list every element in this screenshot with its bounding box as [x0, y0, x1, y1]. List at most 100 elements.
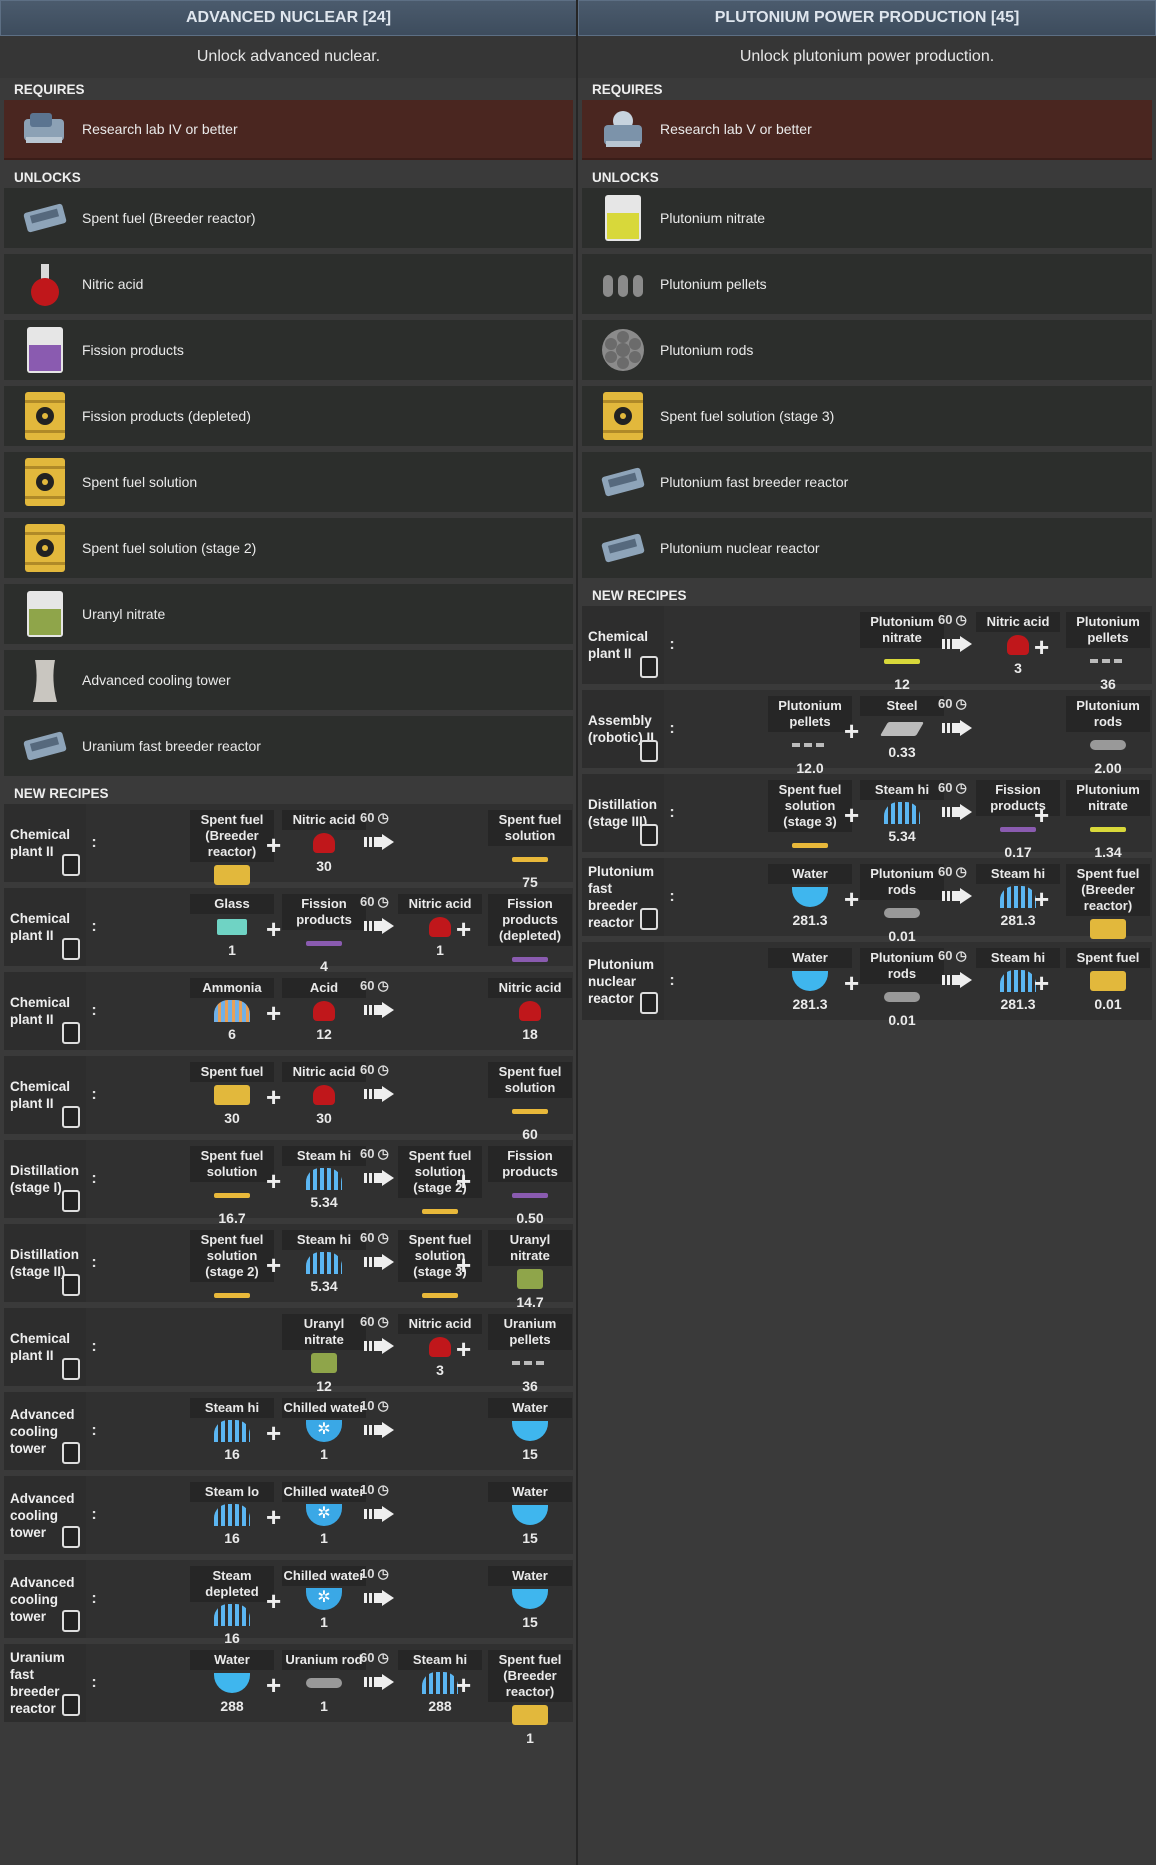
recipe-item[interactable]: Spent fuel (Breeder reactor) 1 [488, 1650, 572, 1746]
unlock-item-spent-fuel-solution[interactable]: Spent fuel solution [4, 452, 573, 512]
recipe-row[interactable]: Chemical plant II: Glass 1 Fission products… [4, 888, 573, 990]
craft-time-value: 60 [938, 780, 953, 795]
recipe-slots: Spent fuel solution (stage 3)1.50Steam h… [582, 774, 1152, 876]
spent-fuel-breeder-reactor-icon [488, 1702, 572, 1728]
recipe-item[interactable]: Steam hi 5.34 [282, 1146, 366, 1210]
spent-fuel-solution-icon [488, 846, 572, 872]
item-name: Spent fuel (Breeder reactor) [1066, 864, 1150, 916]
recipe-item[interactable]: Uranium pellets 36 [488, 1314, 572, 1394]
recipe-item[interactable]: Steam depleted 16 [190, 1566, 274, 1646]
recipe-item[interactable]: Glass 1 [190, 894, 274, 958]
recipe-item[interactable]: Steam hi 5.34 [282, 1230, 366, 1294]
plutonium-pellets-icon [594, 257, 652, 311]
unlock-item-plutonium-pellets[interactable]: Plutonium pellets [582, 254, 1152, 314]
recipe-row[interactable]: Advanced cooling tower: Steam depleted 16 C… [4, 1560, 573, 1646]
recipe-item[interactable]: Steel 0.33 [860, 696, 944, 760]
recipe-item[interactable]: Chilled water ✲ 1 [282, 1566, 366, 1630]
unlocks-heading: UNLOCKS [592, 170, 659, 185]
recipe-item[interactable]: Plutonium pellets 36 [1066, 612, 1150, 692]
unlock-item-plutonium-fast-breeder-reactor[interactable]: Plutonium fast breeder reactor [582, 452, 1152, 512]
recipe-row[interactable]: Chemical plant II: Plutonium nitrate 12 Nit… [582, 606, 1152, 692]
spent-fuel-solution-stage-3-icon [594, 389, 652, 443]
plus-icon: + [1034, 632, 1050, 662]
requirement-item[interactable]: Research lab IV or better [4, 100, 573, 160]
recipe-row[interactable]: Chemical plant II: Spent fuel (Breeder re… [4, 804, 573, 906]
requirement-item[interactable]: Research lab V or better [582, 100, 1152, 160]
item-name: Plutonium rods [1066, 696, 1150, 732]
unlock-item-fission-products-depleted[interactable]: Fission products (depleted) [4, 386, 573, 446]
recipe-item[interactable]: Water 15 [488, 1566, 572, 1630]
recipe-item[interactable]: Plutonium rods 2.00 [1066, 696, 1150, 776]
recipe-item[interactable]: Steam lo 16 [190, 1482, 274, 1546]
recipe-row[interactable]: Chemical plant II: Spent fuel 30 Nitric aci… [4, 1056, 573, 1142]
item-name: Water [190, 1650, 274, 1670]
recipe-row[interactable]: Distillation (stage II): Spent fuel solut… [4, 1224, 573, 1326]
craft-time-value: 60 [938, 612, 953, 627]
unlock-item-nitric-acid[interactable]: Nitric acid [4, 254, 573, 314]
recipe-row[interactable]: Distillation (stage I): Spent fuel soluti… [4, 1140, 573, 1242]
recipe-row[interactable]: Chemical plant II: Ammonia 6 Acid 12 Nitric a… [4, 972, 573, 1050]
recipe-item[interactable]: Chilled water ✲ 1 [282, 1482, 366, 1546]
unlock-item-spent-fuel-solution-stage-2[interactable]: Spent fuel solution (stage 2) [4, 518, 573, 578]
recipe-item[interactable]: Plutonium rods 0.01 [860, 948, 944, 1028]
recipe-item[interactable]: Plutonium pellets 12.0 [768, 696, 852, 776]
recipe-row[interactable]: Assembly (robotic) II: Plutonium pellets 1… [582, 690, 1152, 776]
recipe-item[interactable]: Uranyl nitrate 12 [282, 1314, 366, 1394]
arrow-right-icon [364, 834, 394, 850]
item-amount: 0.01 [1094, 996, 1122, 1012]
recipe-row[interactable]: Distillation (stage III): Spent fuel solu… [582, 774, 1152, 876]
recipe-item[interactable]: Fission products 4 [282, 894, 366, 974]
plus-icon: + [266, 1166, 282, 1196]
recipe-item[interactable]: Ammonia 6 [190, 978, 274, 1042]
craft-time: 60 ◷ [360, 978, 389, 994]
spent-fuel-breeder-reactor-icon [190, 862, 274, 888]
unlock-item-plutonium-rods[interactable]: Plutonium rods [582, 320, 1152, 380]
recipe-item[interactable]: Chilled water ✲ 1 [282, 1398, 366, 1462]
item-name: Plutonium rods [860, 864, 944, 900]
recipe-item[interactable]: Acid 12 [282, 978, 366, 1042]
recipe-item[interactable]: Plutonium rods 0.01 [860, 864, 944, 944]
item-name: Spent fuel (Breeder reactor) [488, 1650, 572, 1702]
recipe-row[interactable]: Uranium fast breeder reactor: Water 288 Ura… [4, 1644, 573, 1746]
clock-icon: ◷ [377, 1650, 389, 1665]
recipe-item[interactable]: Nitric acid 30 [282, 810, 366, 874]
recipe-item[interactable]: Fission products 0.50 [488, 1146, 572, 1226]
recipe-item[interactable]: Spent fuel solution 60 [488, 1062, 572, 1142]
recipe-item[interactable]: Water 281.3 [768, 864, 852, 928]
recipe-item[interactable]: Uranium rod 1 [282, 1650, 366, 1714]
plus-icon: + [1034, 884, 1050, 914]
item-amount: 281.3 [792, 912, 828, 928]
recipe-item[interactable]: Steam hi 5.34 [860, 780, 944, 844]
clock-icon: ◷ [377, 894, 389, 909]
plutonium-nitrate-icon [594, 191, 652, 245]
recipe-item[interactable]: Water 281.3 [768, 948, 852, 1012]
recipe-row[interactable]: Advanced cooling tower: Steam lo 16 Chilled… [4, 1476, 573, 1554]
recipe-row[interactable]: Plutonium fast breeder reactor: Water 281.… [582, 858, 1152, 960]
item-amount: 5.34 [310, 1194, 338, 1210]
recipe-item[interactable]: Spent fuel solution 75 [488, 810, 572, 890]
recipe-item[interactable]: Water 15 [488, 1482, 572, 1546]
unlock-item-spent-fuel-breeder-reactor[interactable]: Spent fuel (Breeder reactor) [4, 188, 573, 248]
recipe-item[interactable]: Plutonium nitrate 12 [860, 612, 944, 692]
unlock-item-plutonium-nitrate[interactable]: Plutonium nitrate [582, 188, 1152, 248]
recipe-row[interactable]: Plutonium nuclear reactor: Water 281.3 Plut… [582, 942, 1152, 1028]
recipe-item[interactable]: Spent fuel 30 [190, 1062, 274, 1126]
recipe-item[interactable]: Spent fuel 0.01 [1066, 948, 1150, 1012]
unlock-item-spent-fuel-solution-stage-3[interactable]: Spent fuel solution (stage 3) [582, 386, 1152, 446]
unlock-item-uranium-fast-breeder-reactor[interactable]: Uranium fast breeder reactor [4, 716, 573, 776]
recipe-row[interactable]: Advanced cooling tower: Steam hi 16 Chilled… [4, 1392, 573, 1470]
recipe-item[interactable]: Plutonium nitrate 1.34 [1066, 780, 1150, 860]
recipe-item[interactable]: Nitric acid 18 [488, 978, 572, 1042]
unlock-item-uranyl-nitrate[interactable]: Uranyl nitrate [4, 584, 573, 644]
recipe-item[interactable]: Nitric acid 30 [282, 1062, 366, 1126]
recipe-item[interactable]: Water 15 [488, 1398, 572, 1462]
unlock-item-plutonium-nuclear-reactor[interactable]: Plutonium nuclear reactor [582, 518, 1152, 578]
recipe-item[interactable]: Spent fuel solution 16.7 [190, 1146, 274, 1226]
recipe-item[interactable]: Steam hi 16 [190, 1398, 274, 1462]
item-name: Fission products [282, 894, 366, 930]
unlock-item-advanced-cooling-tower[interactable]: Advanced cooling tower [4, 650, 573, 710]
unlock-item-fission-products[interactable]: Fission products [4, 320, 573, 380]
recipe-item[interactable]: Uranyl nitrate 14.7 [488, 1230, 572, 1310]
recipe-row[interactable]: Chemical plant II: Uranyl nitrate 12 Nitric… [4, 1308, 573, 1394]
recipe-item[interactable]: Water 288 [190, 1650, 274, 1714]
